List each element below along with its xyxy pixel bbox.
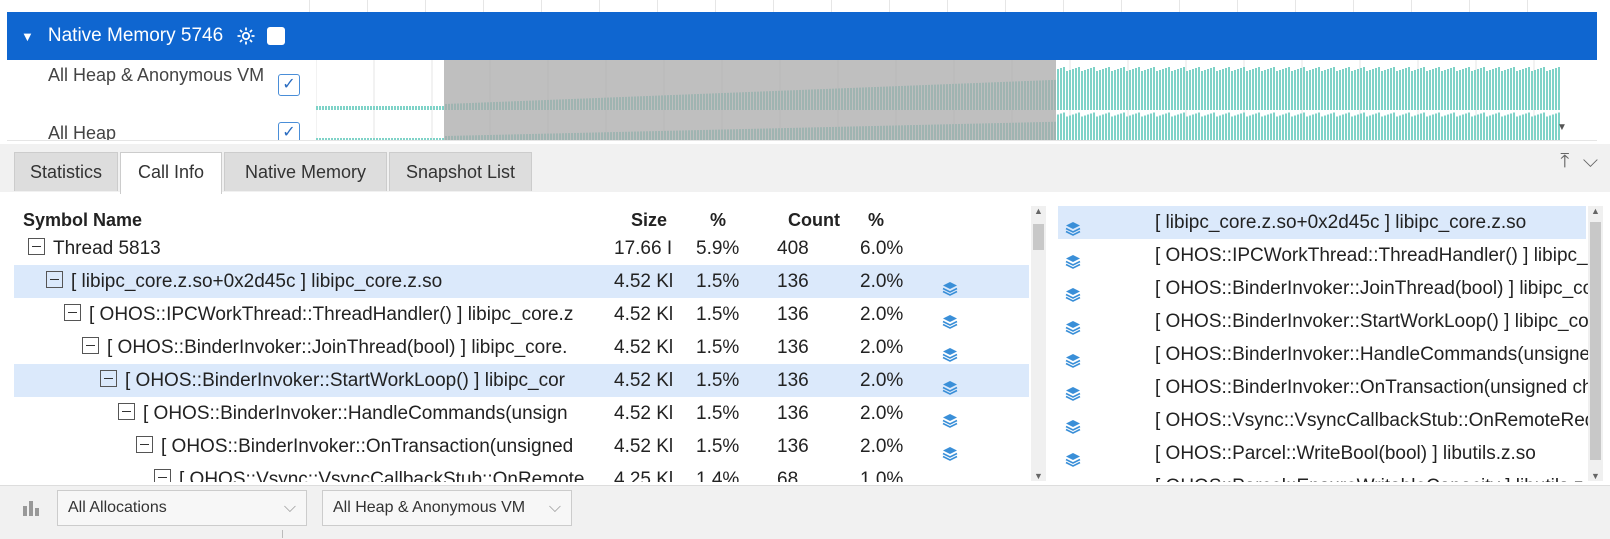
scroll-up-icon[interactable]: ▲ [1588,206,1603,216]
left-scrollbar[interactable]: ▲ ▼ [1031,206,1046,481]
scroll-down-icon[interactable]: ▼ [1031,471,1046,481]
collapse-icon[interactable] [82,337,99,354]
stack-row[interactable]: [ OHOS::BinderInvoker::JoinThread(bool) … [1058,272,1588,305]
collapse-icon[interactable] [64,304,81,321]
collapse-icon[interactable] [118,403,135,420]
footer-bar: All Allocations ⌵ All Heap & Anonymous V… [0,485,1610,539]
chevron-down-icon: ⌵ [283,499,296,516]
memory-chart[interactable] [316,110,1561,140]
stack-row[interactable]: [ OHOS::Vsync::VsyncCallbackStub::OnRemo… [1058,404,1588,437]
stack-row[interactable]: [ OHOS::Parcel::EnsureWritableCapacity ]… [1058,470,1588,482]
scroll-thumb[interactable] [1033,224,1044,250]
vm-filter-select[interactable]: All Heap & Anonymous VM ⌵ [322,490,572,526]
tab-bar: Statistics Call Info Native Memory Snaps… [0,144,1610,194]
stack-row[interactable]: [ libipc_core.z.so+0x2d45c ] libipc_core… [1058,206,1586,239]
table-row[interactable]: [ OHOS::IPCWorkThread::ThreadHandler() ]… [14,298,1029,331]
collapse-icon[interactable] [154,469,171,482]
collapse-icon[interactable] [46,271,63,288]
call-stack-panel: [ libipc_core.z.so+0x2d45c ] libipc_core… [1058,200,1588,482]
collapse-icon[interactable] [28,238,45,255]
track-all-heap: All Heap ✓ [7,110,1597,141]
stack-row[interactable]: [ OHOS::IPCWorkThread::ThreadHandler() ]… [1058,239,1588,272]
tab-native-memory[interactable]: Native Memory [224,152,387,191]
track-label: All Heap [48,123,117,141]
scroll-thumb[interactable] [1590,222,1601,460]
table-row[interactable]: [ OHOS::BinderInvoker::JoinThread(bool) … [14,331,1029,364]
timeline-scroll-down-icon[interactable]: ▼ [1557,122,1567,133]
col-count[interactable]: Count [788,210,840,231]
collapse-triangle-icon[interactable]: ▼ [21,29,34,44]
timeline-ruler [0,0,1610,12]
track-label: All Heap & Anonymous VM [48,65,265,85]
scroll-down-icon[interactable]: ▼ [1588,471,1603,481]
col-count-pct[interactable]: % [868,210,884,231]
collapse-icon[interactable] [136,436,153,453]
stack-row[interactable]: [ OHOS::BinderInvoker::StartWorkLoop() ]… [1058,305,1588,338]
scroll-up-icon[interactable]: ▲ [1031,206,1046,216]
col-size[interactable]: Size [631,210,667,231]
table-row[interactable]: [ OHOS::BinderInvoker::HandleCommands(un… [14,397,1029,430]
stack-row[interactable]: [ OHOS::Parcel::WriteBool(bool) ] libuti… [1058,437,1586,470]
collapse-icon[interactable] [100,370,117,387]
table-row[interactable]: [ OHOS::BinderInvoker::OnTransaction(uns… [14,430,1029,463]
banner-title: Native Memory 5746 [47,25,224,46]
chevron-down-icon[interactable]: ⌵ [1583,150,1598,172]
gear-icon[interactable] [235,25,257,47]
stack-icon [1065,478,1081,482]
call-tree-table: Symbol Name Size % Count % Thread 5813 1… [14,200,1036,482]
col-size-pct[interactable]: % [710,210,726,231]
right-scrollbar[interactable]: ▲ ▼ [1588,206,1603,481]
table-row[interactable]: [ libipc_core.z.so+0x2d45c ] libipc_core… [14,265,1029,298]
tab-snapshot-list[interactable]: Snapshot List [389,152,532,191]
native-memory-banner[interactable]: ▼ Native Memory 5746 [7,12,1597,60]
col-symbol-name[interactable]: Symbol Name [23,210,142,231]
table-row[interactable]: [ OHOS::BinderInvoker::StartWorkLoop() ]… [14,364,1029,397]
chevron-down-icon: ⌵ [548,499,561,516]
tab-call-info[interactable]: Call Info [120,152,222,194]
memory-chart[interactable] [316,60,1561,110]
stack-row[interactable]: [ OHOS::BinderInvoker::HandleCommands(un… [1058,338,1588,371]
table-row[interactable]: Thread 5813 17.66 I 5.9% 408 6.0% [14,232,1029,265]
table-row[interactable]: [ OHOS::Vsync::VsyncCallbackStub::OnRemo… [14,463,1029,482]
allocation-filter-select[interactable]: All Allocations ⌵ [57,490,307,526]
track-all-heap-anon-vm: All Heap & Anonymous VM ✓ [7,60,1597,111]
bar-chart-icon[interactable] [22,498,40,521]
banner-checkbox[interactable] [267,27,286,45]
track-checkbox[interactable]: ✓ [278,74,300,96]
stack-row[interactable]: [ OHOS::BinderInvoker::OnTransaction(uns… [1058,371,1588,404]
pin-top-icon[interactable]: ⤒ [1560,150,1569,172]
track-checkbox[interactable]: ✓ [278,122,300,140]
tab-statistics[interactable]: Statistics [14,152,118,191]
